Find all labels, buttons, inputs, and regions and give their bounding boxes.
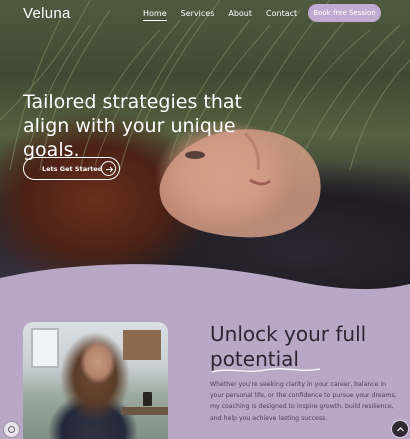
shelf-detail <box>123 330 161 360</box>
book-session-button[interactable]: Book free Session <box>308 4 381 22</box>
main-nav: Home Services About Contact <box>143 9 311 21</box>
cookie-badge-inner <box>8 426 15 433</box>
chevron-up-icon <box>397 427 404 432</box>
heading-line-1: Unlock your full <box>210 322 367 346</box>
get-started-label: Lets Get Started <box>42 165 103 173</box>
cookie-badge-icon[interactable] <box>3 421 20 438</box>
hero-wave-divider <box>0 264 410 310</box>
intro-paragraph: Whether you're seeking clarity in your c… <box>210 381 397 422</box>
scroll-to-top-button[interactable] <box>391 420 409 438</box>
get-started-button[interactable]: Lets Get Started <box>23 157 120 180</box>
nav-item-home[interactable]: Home <box>143 9 167 21</box>
nav-item-services[interactable]: Services <box>181 9 215 21</box>
underline-swirl-icon <box>211 368 321 373</box>
window-detail <box>31 328 59 368</box>
coach-portrait-photo <box>23 322 168 439</box>
hero-headline: Tailored strategies that align with your… <box>23 91 242 161</box>
brand-logo[interactable]: Veluna <box>23 5 71 22</box>
arrow-right-icon <box>101 161 116 176</box>
nav-item-contact[interactable]: Contact <box>266 9 297 21</box>
desk-detail <box>121 407 168 415</box>
mug-detail <box>143 392 152 406</box>
nav-item-about[interactable]: About <box>228 9 252 21</box>
